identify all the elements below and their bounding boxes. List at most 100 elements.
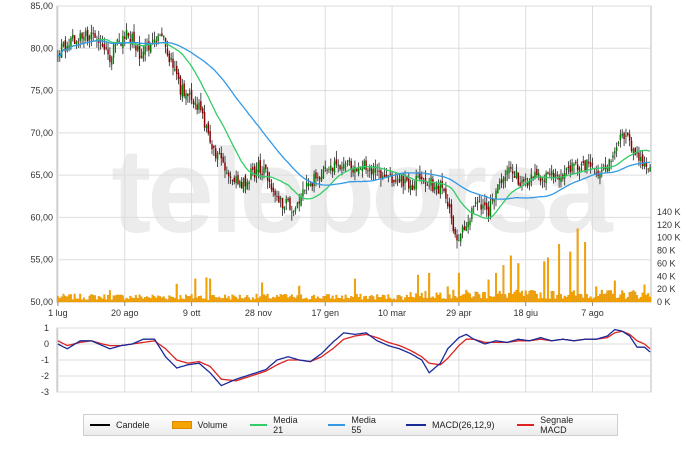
candle-body xyxy=(291,212,293,214)
volume-bar xyxy=(320,298,323,303)
volume-bar xyxy=(264,295,267,303)
volume-bar xyxy=(585,294,588,303)
candle-body xyxy=(333,161,336,173)
volume-bar xyxy=(541,298,544,303)
macd-tick-label: -1 xyxy=(41,355,49,365)
candle-body xyxy=(289,197,291,210)
volume-bar xyxy=(441,298,444,303)
candle-body xyxy=(313,173,315,186)
volume-bar xyxy=(467,292,470,303)
candle-body xyxy=(421,176,423,180)
volume-bar xyxy=(617,297,620,303)
legend-item-media55[interactable]: Media 55 xyxy=(327,415,384,435)
volume-bar xyxy=(249,299,252,303)
macd-tick-label: -2 xyxy=(41,371,49,381)
legend-item-signal[interactable]: Segnale MACD xyxy=(516,415,596,435)
volume-bar xyxy=(532,290,535,303)
volume-bar xyxy=(294,297,297,303)
volume-bar xyxy=(129,295,132,303)
volume-bar xyxy=(288,296,291,303)
volume-bar xyxy=(383,295,386,303)
legend-label-candele: Candele xyxy=(116,420,150,430)
volume-bar xyxy=(593,297,596,303)
volume-bar xyxy=(556,294,559,303)
candle-body xyxy=(125,29,128,39)
candle-body xyxy=(621,134,623,136)
volume-bar xyxy=(597,296,600,303)
volume-bar xyxy=(545,298,548,303)
candle-body xyxy=(513,176,516,178)
candle-body xyxy=(133,31,135,43)
candle-body xyxy=(612,155,614,158)
legend-item-candele[interactable]: Candele xyxy=(90,420,150,430)
volume-bar xyxy=(389,297,392,303)
volume-bar xyxy=(598,294,601,303)
candle-body xyxy=(185,93,187,100)
legend-item-media21[interactable]: Media 21 xyxy=(249,415,306,435)
volume-bar xyxy=(272,296,275,303)
candle-body xyxy=(242,178,245,192)
volume-bar xyxy=(211,295,213,303)
volume-bar xyxy=(194,278,197,303)
legend-item-macd[interactable]: MACD(26,12,9) xyxy=(405,420,495,430)
candle-body xyxy=(576,164,579,170)
candle-body xyxy=(341,166,343,170)
volume-bar xyxy=(73,293,76,303)
volume-bar xyxy=(576,228,579,303)
volume-bar xyxy=(515,289,518,303)
volume-bar xyxy=(582,297,585,303)
x-tick-label: 7 ago xyxy=(581,308,604,318)
candle-body xyxy=(467,221,469,228)
volume-bar xyxy=(292,297,295,303)
volume-bar xyxy=(144,297,147,303)
x-tick-label: 20 ago xyxy=(111,308,139,318)
candle-body xyxy=(478,200,481,202)
volume-bar xyxy=(649,296,652,303)
volume-bar xyxy=(155,297,158,303)
candle-body xyxy=(393,179,395,182)
candle-body xyxy=(279,197,282,200)
volume-bar xyxy=(303,298,306,303)
volume-bar xyxy=(374,299,377,303)
volume-bar xyxy=(572,290,575,303)
volume-bar xyxy=(329,298,332,303)
volume-bar xyxy=(506,297,509,303)
candle-body xyxy=(162,35,165,38)
candle-body xyxy=(190,90,193,101)
macd-tick-label: 0 xyxy=(44,339,49,349)
candle-body xyxy=(461,227,464,233)
volume-bar xyxy=(90,294,93,303)
candle-body xyxy=(244,175,247,187)
candle-body xyxy=(304,189,306,191)
candle-body xyxy=(101,43,104,47)
volume-bar xyxy=(138,294,141,303)
volume-bar xyxy=(242,298,245,303)
candle-body xyxy=(337,165,339,166)
macd-tick-label: 1 xyxy=(44,323,49,333)
candle-body xyxy=(218,152,221,155)
legend-item-volume[interactable]: Volume xyxy=(171,420,228,430)
volume-bar xyxy=(101,298,104,303)
volume-bar xyxy=(207,299,210,303)
volume-bar xyxy=(352,297,355,303)
candle-body xyxy=(285,198,287,204)
volume-bar xyxy=(355,294,358,303)
volume-bar xyxy=(535,293,538,303)
candle-body xyxy=(408,178,410,189)
candle-body xyxy=(641,154,644,166)
x-tick-label: 1 lug xyxy=(48,308,68,318)
volume-bar xyxy=(639,296,642,303)
volume-bar xyxy=(420,292,423,303)
candle-body xyxy=(77,41,80,43)
candle-body xyxy=(155,41,158,43)
candle-body xyxy=(166,48,169,56)
volume-bar xyxy=(615,298,618,303)
candle-body xyxy=(112,44,115,58)
candle-body xyxy=(411,184,414,190)
candle-body xyxy=(161,33,163,37)
volume-bar xyxy=(641,292,644,303)
volume-bar xyxy=(595,286,598,303)
volume-bar xyxy=(522,295,525,303)
volume-bar xyxy=(426,297,429,303)
candle-body xyxy=(532,177,534,178)
